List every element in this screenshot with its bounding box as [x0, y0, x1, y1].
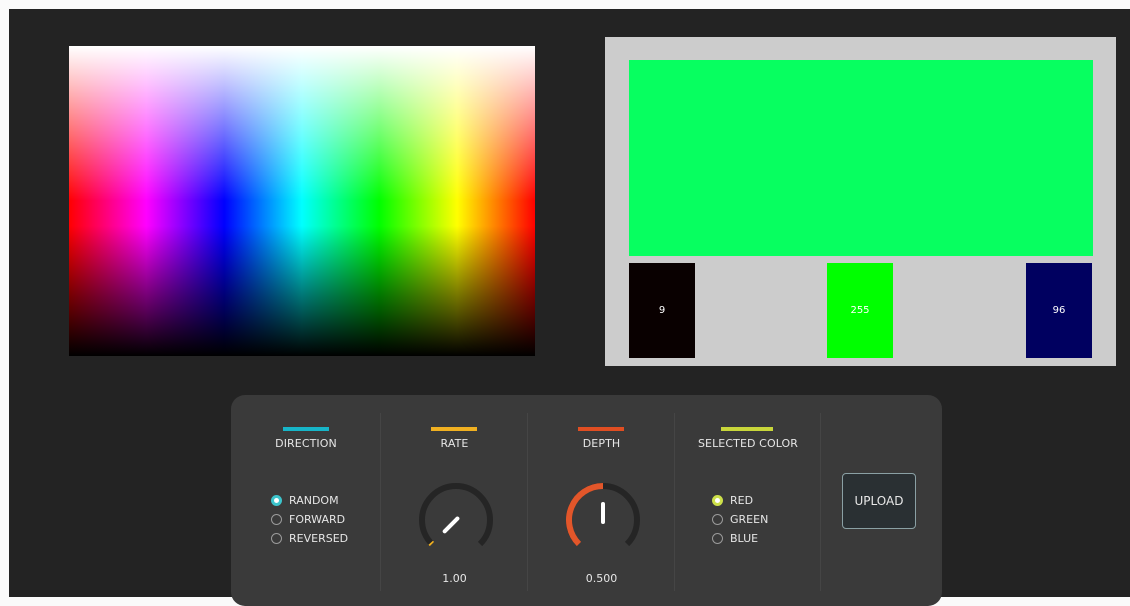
depth-knob[interactable] [565, 482, 641, 558]
green-channel-value: 255 [850, 305, 870, 316]
depth-title: DEPTH [582, 437, 621, 450]
depth-section: DEPTH 0.500 [528, 411, 675, 593]
selected-color-option-green[interactable]: GREEN [712, 510, 768, 529]
selected-color-option-blue[interactable]: BLUE [712, 529, 768, 548]
blue-channel-swatch: 96 [1026, 263, 1092, 358]
rate-value: 1.00 [442, 572, 467, 585]
selected-color-radio-group: RED GREEN BLUE [712, 491, 768, 548]
section-divider [820, 413, 821, 591]
radio-reversed[interactable] [271, 533, 282, 544]
direction-title: DIRECTION [275, 437, 337, 450]
direction-option-random[interactable]: RANDOM [271, 491, 348, 510]
selected-color-section: SELECTED COLOR RED GREEN BLUE [675, 411, 821, 593]
selected-color-option-label: GREEN [730, 513, 769, 526]
direction-option-reversed[interactable]: REVERSED [271, 529, 348, 548]
rate-knob-pointer [442, 516, 460, 534]
red-channel-swatch: 9 [629, 263, 695, 358]
color-preview-swatch [629, 60, 1093, 256]
direction-option-forward[interactable]: FORWARD [271, 510, 348, 529]
rate-knob-arc [428, 540, 435, 547]
controls-panel: DIRECTION RANDOM FORWARD REVERSED RATE 1… [231, 395, 942, 606]
radio-red[interactable] [712, 495, 723, 506]
rate-knob[interactable] [418, 482, 494, 558]
green-channel-swatch: 255 [827, 263, 893, 358]
depth-value: 0.500 [585, 572, 618, 585]
radio-random[interactable] [271, 495, 282, 506]
rate-accent-bar [431, 427, 477, 431]
rate-knob-track [419, 483, 493, 547]
rate-title: RATE [440, 437, 469, 450]
depth-accent-bar [578, 427, 624, 431]
selected-color-accent-bar [721, 427, 773, 431]
direction-option-label: REVERSED [289, 532, 349, 545]
color-preview-panel: 9 255 96 [605, 37, 1116, 366]
selected-color-option-label: RED [730, 494, 754, 507]
depth-knob-arc [566, 483, 604, 547]
direction-accent-bar [283, 427, 329, 431]
direction-option-label: FORWARD [289, 513, 346, 526]
radio-forward[interactable] [271, 514, 282, 525]
selected-color-title: SELECTED COLOR [697, 437, 799, 450]
app-window: 9 255 96 DIRECTION RANDOM FORWARD REVERS… [9, 9, 1130, 606]
direction-section: DIRECTION RANDOM FORWARD REVERSED [231, 411, 381, 593]
direction-radio-group: RANDOM FORWARD REVERSED [271, 491, 348, 548]
upload-button[interactable]: UPLOAD [842, 473, 916, 529]
radio-green[interactable] [712, 514, 723, 525]
color-spectrum-picker[interactable] [69, 46, 535, 356]
direction-option-label: RANDOM [289, 494, 339, 507]
selected-color-option-label: BLUE [730, 532, 759, 545]
red-channel-value: 9 [658, 305, 666, 316]
selected-color-option-red[interactable]: RED [712, 491, 768, 510]
radio-blue[interactable] [712, 533, 723, 544]
rate-section: RATE 1.00 [381, 411, 528, 593]
blue-channel-value: 96 [1052, 305, 1066, 316]
